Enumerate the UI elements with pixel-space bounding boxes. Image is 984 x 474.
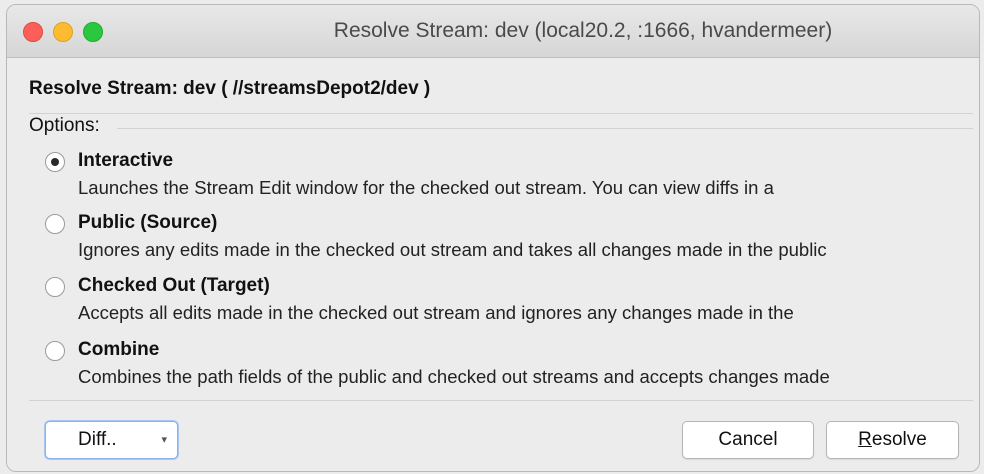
resolve-button-label: Resolve <box>858 429 927 450</box>
radio-public-source[interactable] <box>45 214 65 234</box>
option-description: Accepts all edits made in the checked ou… <box>78 302 794 323</box>
option-title: Public (Source) <box>78 212 218 233</box>
chevron-down-icon: ▾ <box>161 434 167 446</box>
option-description: Launches the Stream Edit window for the … <box>78 177 774 198</box>
options-label: Options: <box>29 115 108 137</box>
option-title: Interactive <box>78 150 174 171</box>
minimize-window-button[interactable] <box>53 22 73 42</box>
options-group-line <box>117 128 973 129</box>
diff-button-label: Diff.. <box>78 429 117 450</box>
option-title: Combine <box>78 339 160 360</box>
option-title: Checked Out (Target) <box>78 275 270 296</box>
resolve-stream-dialog: Resolve Stream: dev (local20.2, :1666, h… <box>6 4 980 472</box>
maximize-window-button[interactable] <box>83 22 103 42</box>
resolve-label-rest: esolve <box>871 429 927 450</box>
window-title: Resolve Stream: dev (local20.2, :1666, h… <box>333 19 833 42</box>
radio-combine[interactable] <box>45 341 65 361</box>
option-description: Combines the path fields of the public a… <box>78 366 830 387</box>
dialog-header: Resolve Stream: dev ( //streamsDepot2/de… <box>29 78 431 99</box>
close-window-button[interactable] <box>23 22 43 42</box>
title-bar[interactable]: Resolve Stream: dev (local20.2, :1666, h… <box>7 5 979 58</box>
cancel-button-label: Cancel <box>718 429 778 450</box>
header-divider <box>29 113 973 114</box>
resolve-button[interactable]: Resolve <box>826 421 959 459</box>
dialog-body: Resolve Stream: dev ( //streamsDepot2/de… <box>7 58 979 471</box>
footer-divider <box>29 400 973 401</box>
cancel-button[interactable]: Cancel <box>682 421 814 459</box>
radio-checked-out-target[interactable] <box>45 277 65 297</box>
radio-interactive[interactable] <box>45 152 65 172</box>
diff-dropdown-button[interactable]: Diff.. ▾ <box>45 421 178 459</box>
resolve-mnemonic: R <box>858 429 872 450</box>
option-description: Ignores any edits made in the checked ou… <box>78 239 827 260</box>
